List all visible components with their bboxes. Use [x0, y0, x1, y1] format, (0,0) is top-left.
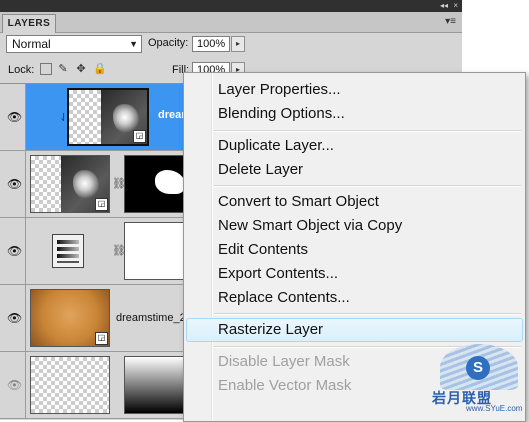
layer-name[interactable]: dreamstime_2: [116, 312, 186, 324]
menu-item-new-smart-object-via-copy[interactable]: New Smart Object via Copy: [218, 214, 402, 238]
eye-icon: 👁: [7, 110, 23, 124]
opacity-slider-toggle[interactable]: ▸: [231, 36, 245, 52]
opacity-input[interactable]: 100%: [192, 36, 230, 52]
layer-thumbnail[interactable]: ◲: [30, 155, 110, 213]
tab-row: LAYERS ▾≡: [0, 12, 462, 33]
eye-icon: 👁: [7, 244, 23, 258]
lock-brush-icon[interactable]: ✎: [57, 63, 69, 75]
menu-item-enable-vector-mask: Enable Vector Mask: [218, 377, 352, 394]
blend-mode-select[interactable]: Normal ▼: [6, 35, 142, 53]
menu-icon-gutter: [211, 73, 213, 421]
menu-item-delete-layer[interactable]: Delete Layer: [218, 158, 303, 182]
menu-item-duplicate-layer[interactable]: Duplicate Layer...: [218, 134, 334, 158]
lock-transparent-icon[interactable]: [40, 63, 52, 75]
menu-item-disable-layer-mask: Disable Layer Mask: [218, 353, 350, 370]
smart-object-icon: ◲: [133, 130, 146, 143]
menu-item-replace-contents[interactable]: Replace Contents...: [218, 286, 350, 310]
visibility-toggle[interactable]: 👁: [0, 151, 26, 217]
layer-thumbnail[interactable]: [30, 356, 110, 414]
collapse-icon[interactable]: ◂◂: [440, 1, 448, 11]
watermark-logo: S 岩月联盟 www.SYuE.com: [430, 340, 526, 418]
lock-move-icon[interactable]: ✥: [75, 63, 87, 75]
layer-thumbnail[interactable]: ◲: [67, 88, 149, 146]
visibility-toggle[interactable]: 👁: [0, 218, 26, 284]
menu-item-rasterize-layer[interactable]: Rasterize Layer: [218, 318, 323, 342]
chevron-down-icon: ▼: [129, 39, 138, 49]
menu-item-export-contents[interactable]: Export Contents...: [218, 262, 338, 286]
menu-separator: [214, 130, 521, 132]
visibility-toggle[interactable]: 👁: [0, 285, 26, 351]
smart-object-icon: ◲: [95, 198, 108, 211]
opacity-label: Opacity:: [148, 37, 189, 49]
menu-item-edit-contents[interactable]: Edit Contents: [218, 238, 308, 262]
layer-thumbnail[interactable]: ◲: [30, 289, 110, 347]
menu-separator: [214, 185, 521, 187]
tab-layers[interactable]: LAYERS: [2, 14, 56, 33]
menu-item-blending-options[interactable]: Blending Options...: [218, 102, 345, 126]
close-icon[interactable]: ×: [453, 1, 458, 11]
menu-separator: [214, 313, 521, 315]
menu-item-convert-to-smart-object[interactable]: Convert to Smart Object: [218, 190, 379, 214]
menu-item-layer-properties[interactable]: Layer Properties...: [218, 78, 341, 102]
eye-icon: 👁: [7, 177, 23, 191]
adjustment-layer-icon[interactable]: [52, 234, 84, 268]
blend-mode-value: Normal: [12, 37, 51, 51]
visibility-toggle[interactable]: 👁: [0, 352, 26, 418]
lock-label: Lock:: [8, 64, 35, 76]
lock-all-icon[interactable]: 🔒: [93, 63, 107, 75]
panel-menu-icon[interactable]: ▾≡: [445, 16, 456, 27]
eye-icon: 👁: [7, 311, 23, 325]
eye-icon: 👁: [7, 378, 23, 392]
watermark-url: www.SYuE.com: [466, 404, 523, 413]
smart-object-icon: ◲: [95, 332, 108, 345]
visibility-toggle[interactable]: 👁: [0, 84, 26, 150]
watermark-badge: S: [466, 356, 490, 380]
panel-title-bar: ◂◂ ×: [0, 0, 462, 12]
